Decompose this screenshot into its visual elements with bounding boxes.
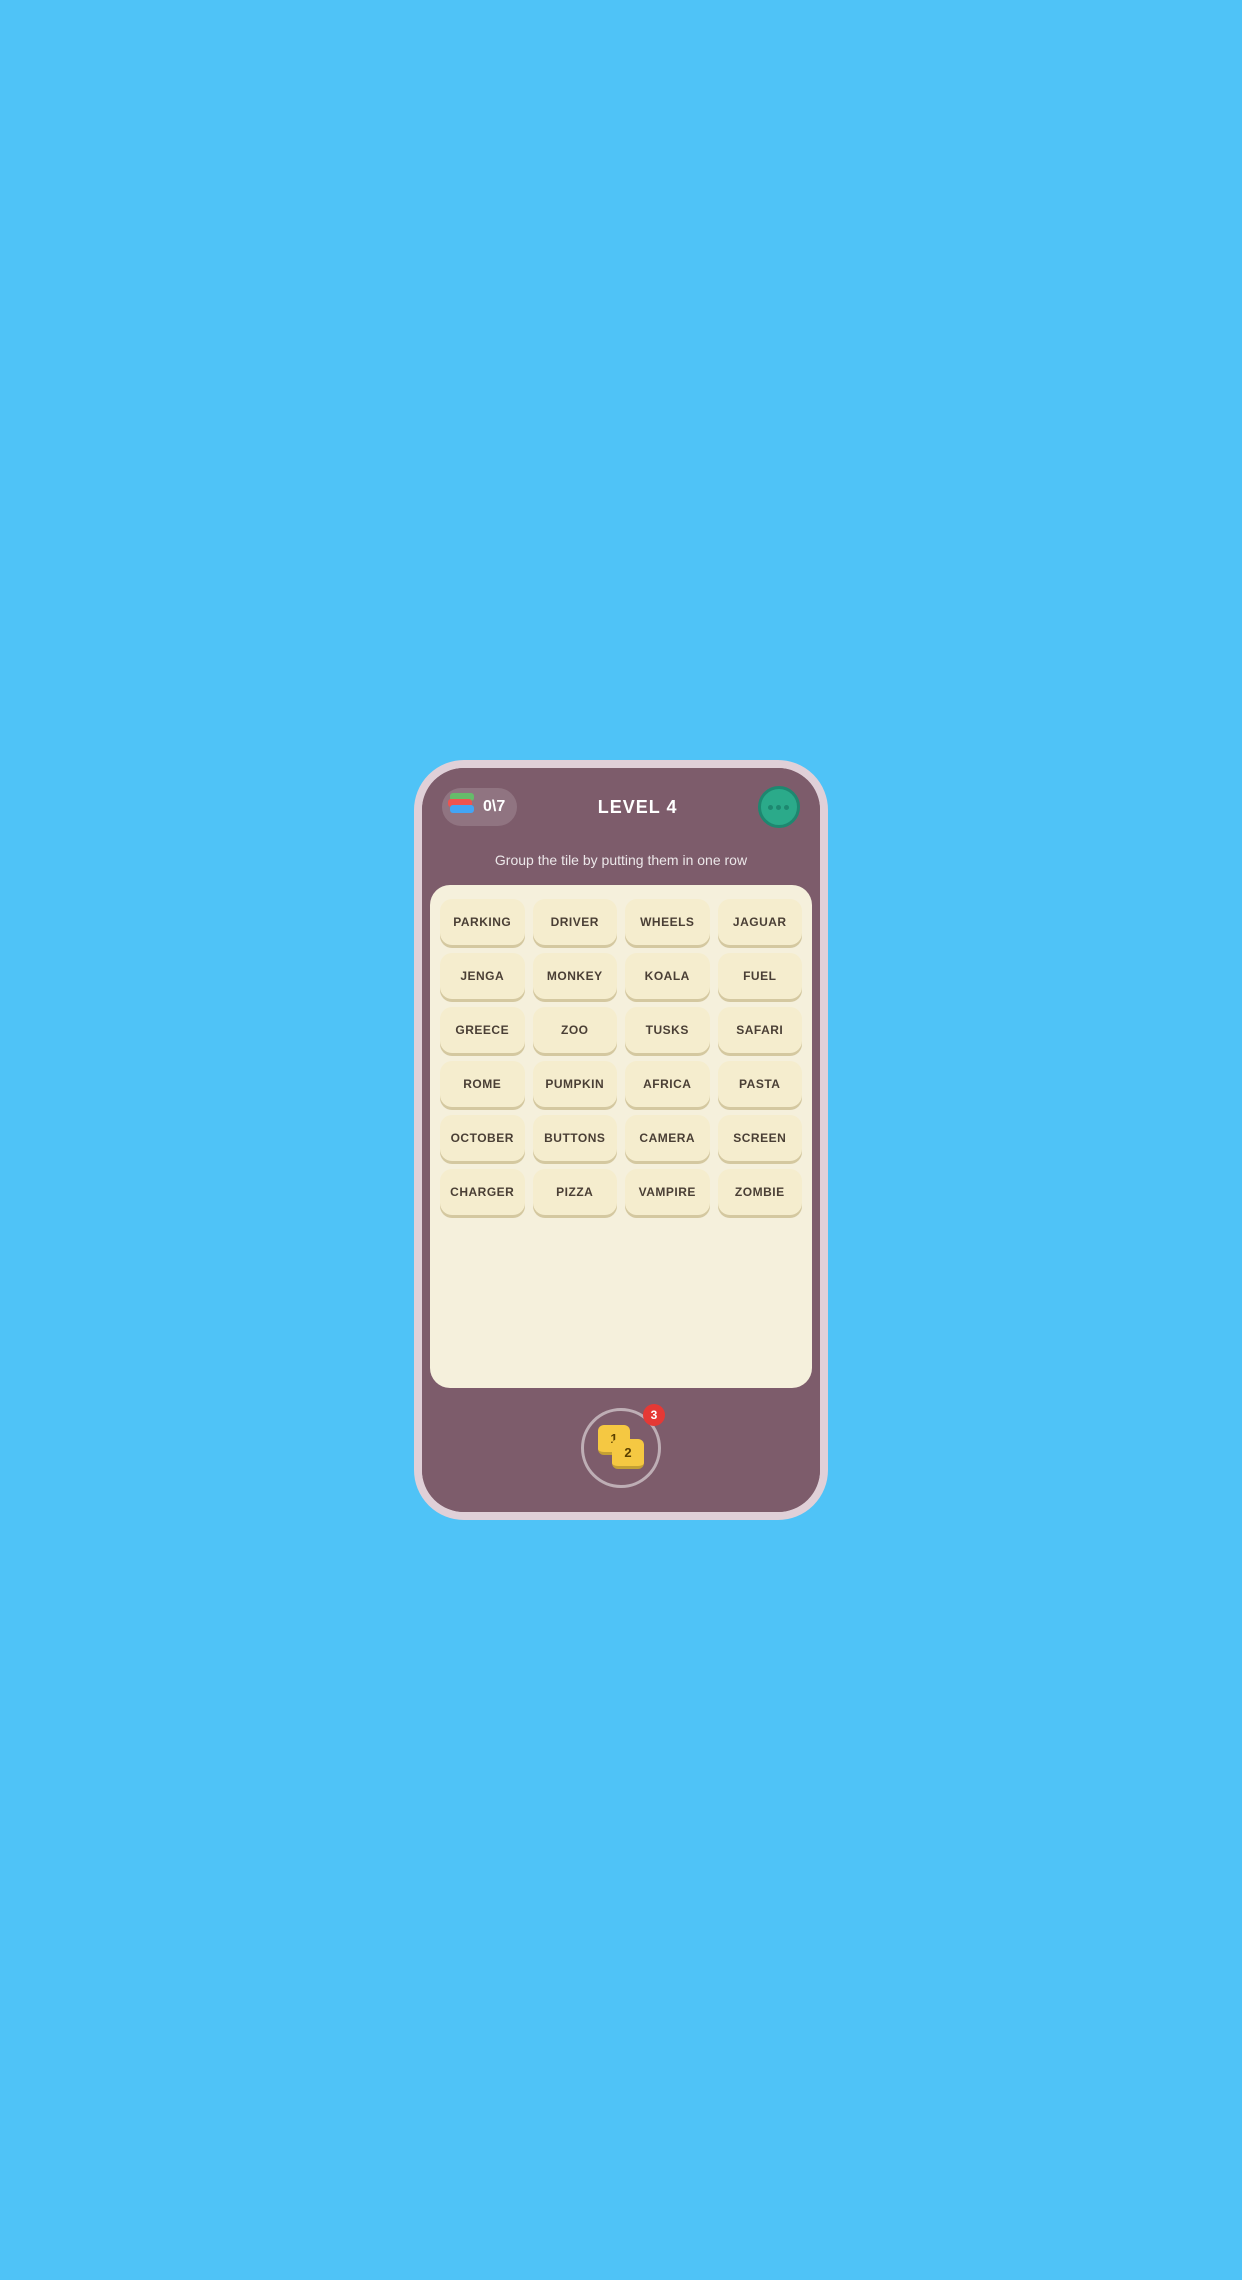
tile-charger[interactable]: CHARGER [440, 1169, 525, 1215]
tile-fuel[interactable]: FUEL [718, 953, 803, 999]
dot-1 [768, 805, 773, 810]
tile-jaguar[interactable]: JAGUAR [718, 899, 803, 945]
tile-zoo[interactable]: ZOO [533, 1007, 618, 1053]
tile-screen[interactable]: SCREEN [718, 1115, 803, 1161]
tile-buttons[interactable]: BUTTONS [533, 1115, 618, 1161]
tile-tusks[interactable]: TUSKS [625, 1007, 710, 1053]
level-title: LEVEL 4 [598, 797, 678, 818]
score-badge: 0\7 [442, 788, 517, 826]
tile-africa[interactable]: AFRICA [625, 1061, 710, 1107]
tile-grid: PARKINGDRIVERWHEELSJAGUAR JENGAMONKEYKOAL… [440, 899, 802, 1215]
bottom-area: 3 1 2 [422, 1388, 820, 1512]
tile-driver[interactable]: DRIVER [533, 899, 618, 945]
dot-3 [784, 805, 789, 810]
grid-container: PARKINGDRIVERWHEELSJAGUAR JENGAMONKEYKOAL… [430, 885, 812, 1388]
layers-icon [448, 793, 476, 821]
tile-greece[interactable]: GREECE [440, 1007, 525, 1053]
tile-koala[interactable]: KOALA [625, 953, 710, 999]
counter-widget: 3 1 2 [581, 1408, 661, 1488]
tile-vampire[interactable]: VAMPIRE [625, 1169, 710, 1215]
tile-safari[interactable]: SAFARI [718, 1007, 803, 1053]
tile-jenga[interactable]: JENGA [440, 953, 525, 999]
header: 0\7 LEVEL 4 [422, 768, 820, 842]
phone-frame: 0\7 LEVEL 4 Group the tile by putting th… [414, 760, 828, 1520]
tile-zombie[interactable]: ZOMBIE [718, 1169, 803, 1215]
tile-parking[interactable]: PARKING [440, 899, 525, 945]
notification-badge: 3 [643, 1404, 665, 1426]
tile-camera[interactable]: CAMERA [625, 1115, 710, 1161]
subtitle-text: Group the tile by putting them in one ro… [422, 842, 820, 885]
mini-tile-2: 2 [612, 1439, 644, 1469]
tile-pizza[interactable]: PIZZA [533, 1169, 618, 1215]
tiles-stack: 1 2 [598, 1425, 644, 1471]
tile-pumpkin[interactable]: PUMPKIN [533, 1061, 618, 1107]
tile-october[interactable]: OCTOBER [440, 1115, 525, 1161]
tile-pasta[interactable]: PASTA [718, 1061, 803, 1107]
dot-2 [776, 805, 781, 810]
tile-monkey[interactable]: MONKEY [533, 953, 618, 999]
menu-button[interactable] [758, 786, 800, 828]
tile-rome[interactable]: ROME [440, 1061, 525, 1107]
tile-wheels[interactable]: WHEELS [625, 899, 710, 945]
score-text: 0\7 [483, 798, 505, 816]
